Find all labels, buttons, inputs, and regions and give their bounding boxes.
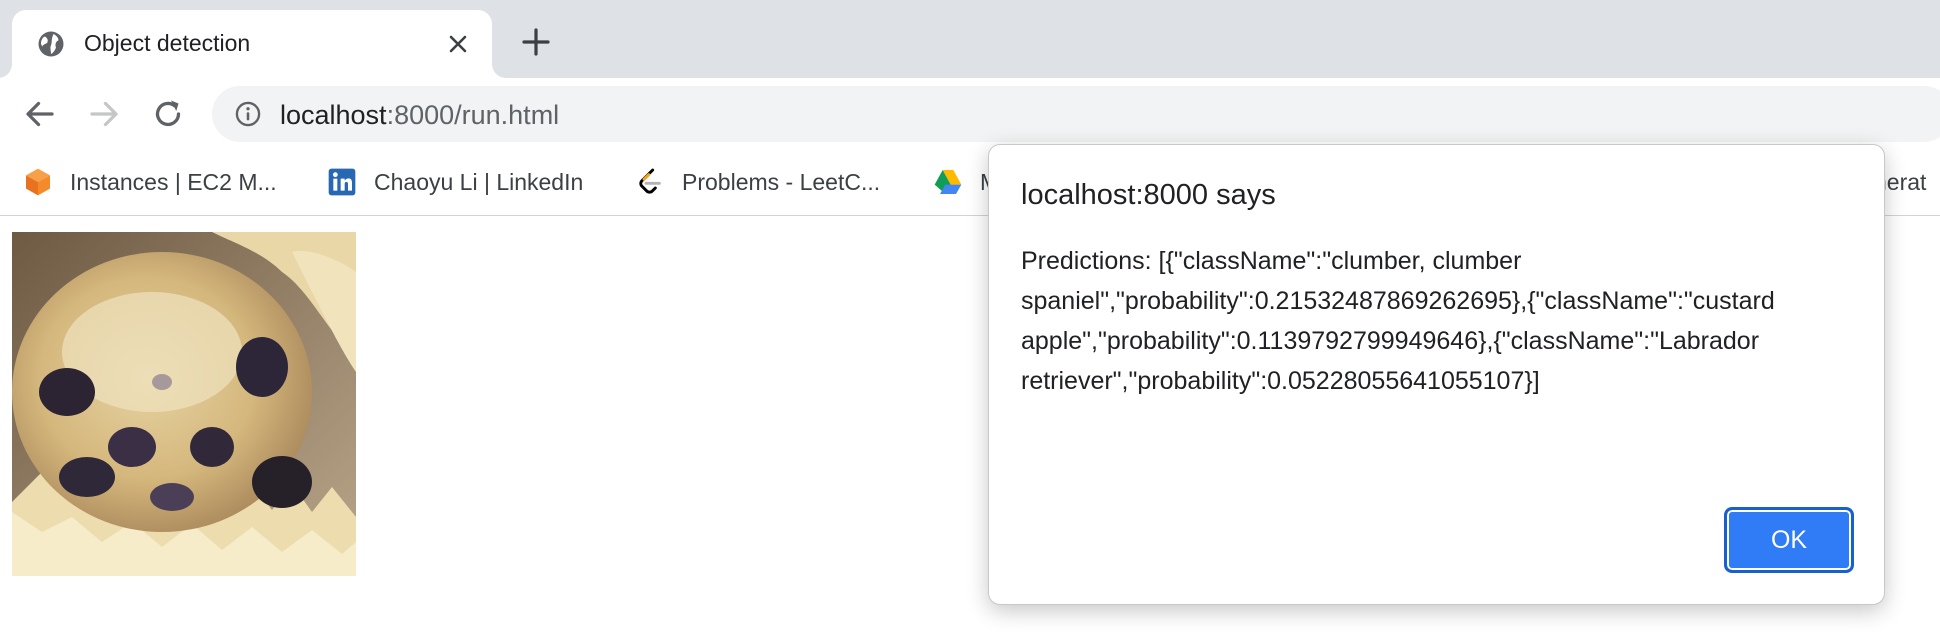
url-path: :8000/run.html — [386, 100, 560, 130]
dialog-title: localhost:8000 says — [1021, 179, 1276, 211]
bookmark-leetcode[interactable]: Problems - LeetC... — [634, 164, 880, 200]
tab-title: Object detection — [84, 30, 251, 56]
bookmark-label: Instances | EC2 M... — [70, 168, 277, 195]
bookmark-linkedin[interactable]: Chaoyu Li | LinkedIn — [326, 164, 583, 200]
ok-button[interactable]: OK — [1724, 507, 1854, 573]
bookmark-label: Chaoyu Li | LinkedIn — [374, 168, 584, 195]
browser-toolbar: localhost:8000/run.html — [0, 78, 1940, 150]
globe-icon — [38, 31, 64, 57]
tab-object-detection[interactable]: Object detection — [12, 10, 492, 78]
close-icon[interactable] — [446, 32, 470, 56]
arrow-right-icon[interactable] — [86, 96, 122, 132]
alert-dialog: localhost:8000 says Predictions: [{"clas… — [988, 144, 1885, 605]
google-drive-icon — [934, 170, 962, 194]
linkedin-icon — [328, 168, 356, 196]
bookmark-label: Problems - LeetC... — [682, 168, 881, 195]
arrow-left-icon[interactable] — [22, 96, 58, 132]
aws-cube-icon — [26, 168, 50, 196]
bookmark-ec2-instances[interactable]: Instances | EC2 M... — [22, 164, 277, 200]
info-icon[interactable] — [234, 100, 262, 128]
reload-icon[interactable] — [150, 96, 186, 132]
muffin-image — [12, 232, 356, 576]
dialog-message: Predictions: [{"className":"clumber, clu… — [1021, 247, 1775, 395]
url-text[interactable]: localhost:8000/run.html — [280, 100, 559, 131]
leetcode-icon — [639, 168, 661, 194]
tab-strip: Object detection — [0, 0, 1940, 78]
new-tab-icon[interactable] — [520, 26, 552, 58]
address-bar[interactable]: localhost:8000/run.html — [212, 86, 1940, 142]
url-host: localhost — [280, 100, 387, 130]
